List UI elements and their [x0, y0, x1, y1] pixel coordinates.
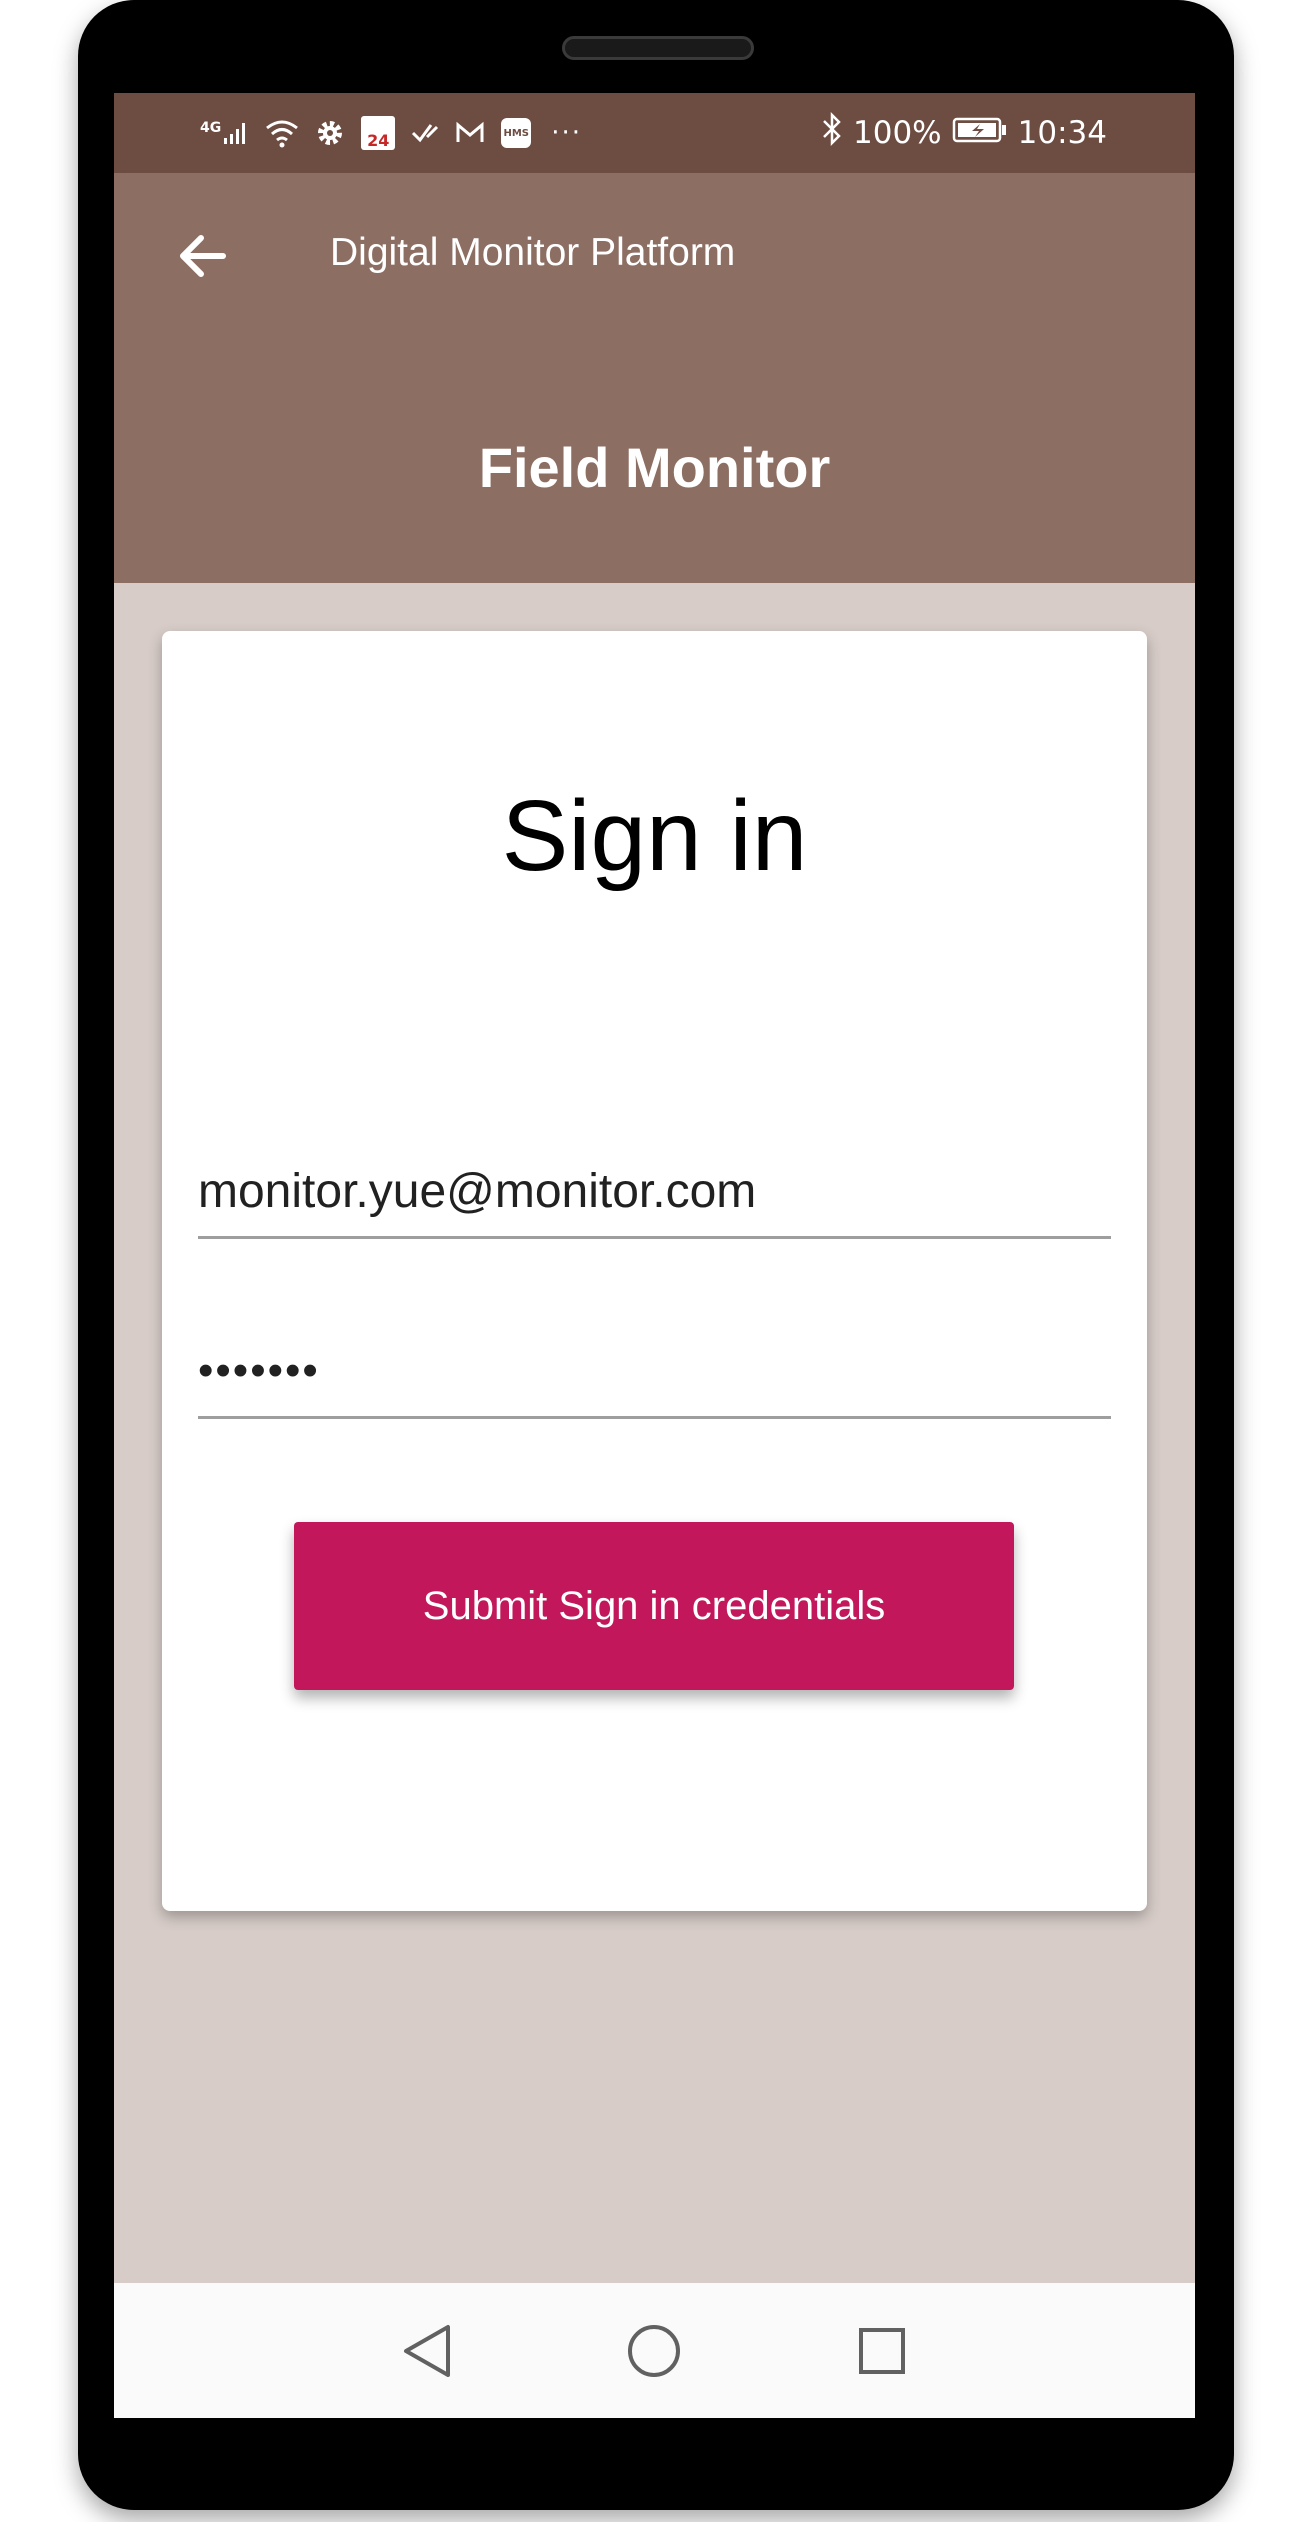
- email-field[interactable]: [198, 1146, 1111, 1236]
- back-triangle-icon: [404, 2325, 450, 2377]
- nav-back-button[interactable]: [390, 2313, 466, 2389]
- signal-icon: 4G: [200, 120, 249, 146]
- more-icon: ···: [551, 118, 583, 148]
- nav-home-button[interactable]: [616, 2313, 692, 2389]
- check-icon: [411, 121, 439, 145]
- status-icons-left: 4G 24 HMS ···: [200, 111, 582, 155]
- bluetooth-icon: [821, 111, 843, 154]
- app-bar: Digital Monitor Platform Field Monitor: [114, 173, 1195, 583]
- screen: 4G 24 HMS ··· 100% 10:34 Digital Monitor…: [114, 93, 1195, 2418]
- battery-percentage: 100%: [853, 115, 942, 151]
- nav-recent-button[interactable]: [844, 2313, 920, 2389]
- gear-icon: [315, 118, 345, 148]
- password-field[interactable]: [198, 1326, 1111, 1416]
- gmail-icon: [455, 121, 485, 145]
- sign-in-heading: Sign in: [501, 780, 808, 892]
- navigation-bar: [114, 2283, 1195, 2418]
- status-time: 10:34: [1017, 115, 1107, 151]
- sign-in-card: Sign in Submit Sign in credentials: [162, 631, 1147, 1911]
- password-field-container: [198, 1326, 1111, 1419]
- status-bar: 4G 24 HMS ··· 100% 10:34: [114, 93, 1195, 173]
- wifi-icon: [265, 118, 299, 148]
- back-button[interactable]: [166, 220, 238, 292]
- arrow-left-icon: [180, 235, 226, 277]
- calendar-date: 24: [367, 131, 390, 150]
- network-type: 4G: [200, 120, 222, 136]
- hms-icon: HMS: [501, 118, 532, 148]
- speaker-grille: [562, 36, 754, 60]
- hms-label: HMS: [503, 127, 529, 139]
- toolbar-title: Digital Monitor Platform: [330, 231, 736, 274]
- app-title: Field Monitor: [478, 436, 831, 499]
- home-circle-icon: [628, 2325, 680, 2377]
- calendar-icon: 24: [361, 116, 396, 150]
- recent-square-icon: [859, 2328, 905, 2374]
- status-icons-right: 100% 10:34: [821, 111, 1107, 155]
- email-field-container: [198, 1146, 1111, 1239]
- battery-icon: [952, 115, 1008, 151]
- submit-button[interactable]: Submit Sign in credentials: [294, 1522, 1014, 1690]
